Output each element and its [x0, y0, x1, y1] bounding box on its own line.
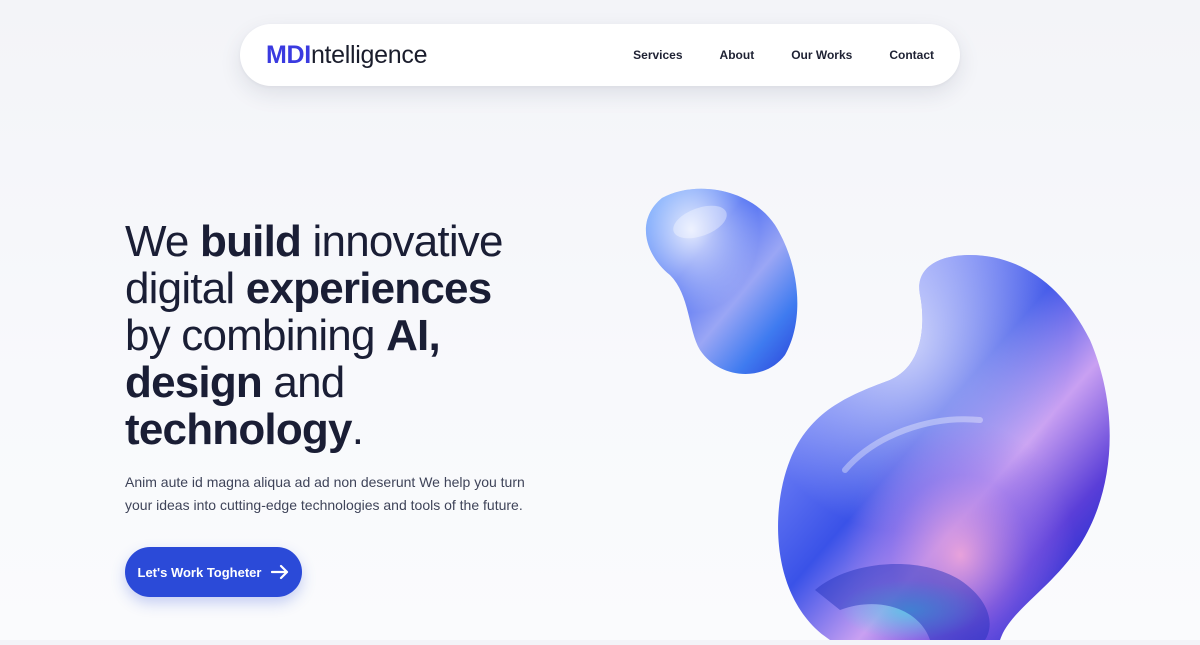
- headline-emphasis: build: [200, 217, 302, 266]
- nav-links: Services About Our Works Contact: [633, 48, 934, 62]
- brand-logo[interactable]: MDI ntelligence: [266, 41, 427, 70]
- nav-link-about[interactable]: About: [720, 48, 755, 62]
- headline-emphasis: experiences: [245, 264, 492, 313]
- hero-subtext: Anim aute id magna aliqua ad ad non dese…: [125, 474, 525, 513]
- cta-label: Let's Work Togheter: [137, 564, 262, 580]
- nav-link-our-works[interactable]: Our Works: [791, 48, 852, 62]
- headline-emphasis: AI,: [386, 311, 441, 360]
- headline-word: .: [351, 405, 364, 454]
- headline-word: and: [262, 358, 345, 407]
- lets-work-together-button[interactable]: Let's Work Togheter: [125, 547, 302, 597]
- headline-word: by combining: [125, 311, 387, 360]
- abstract-3d-blob-illustration: [600, 170, 1200, 640]
- headline-word: digital: [125, 264, 246, 313]
- headline-emphasis: design: [125, 358, 263, 407]
- top-navbar: MDI ntelligence Services About Our Works …: [240, 24, 960, 86]
- headline-emphasis: technology: [125, 405, 352, 454]
- arrow-right-icon: [271, 564, 289, 580]
- headline-word: We: [125, 217, 201, 266]
- brand-logo-accent: MDI: [266, 40, 311, 69]
- headline-word: innovative: [301, 217, 504, 266]
- nav-link-services[interactable]: Services: [633, 48, 682, 62]
- nav-link-contact[interactable]: Contact: [889, 48, 934, 62]
- hero-headline: We build innovative digital experiences by…: [125, 218, 595, 453]
- brand-logo-rest: ntelligence: [310, 40, 428, 69]
